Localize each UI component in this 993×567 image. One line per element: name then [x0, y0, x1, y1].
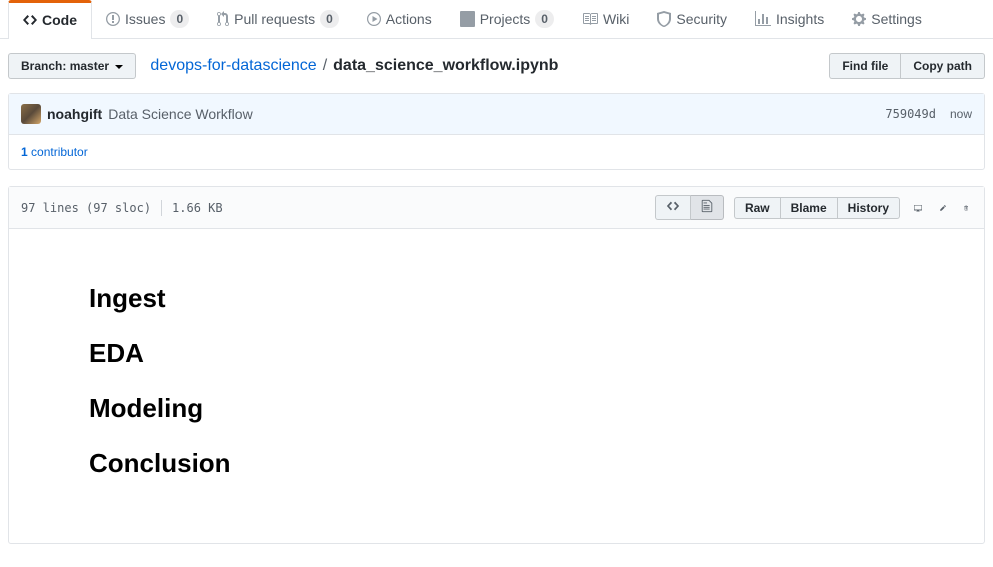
heading-eda: EDA: [89, 338, 904, 369]
tab-insights[interactable]: Insights: [741, 0, 838, 38]
tab-projects-label: Projects: [480, 11, 531, 27]
tab-settings[interactable]: Settings: [838, 0, 936, 38]
file-content: Ingest EDA Modeling Conclusion: [9, 229, 984, 543]
branch-label: Branch:: [21, 59, 66, 73]
commit-sha[interactable]: 759049d: [885, 107, 936, 121]
tab-code[interactable]: Code: [8, 0, 92, 39]
rendered-view-button[interactable]: [691, 195, 724, 220]
projects-count: 0: [535, 10, 554, 28]
contributors-link[interactable]: 1 contributor: [21, 145, 88, 159]
blob-actions: Raw Blame History: [734, 197, 900, 219]
commit-row: noahgift Data Science Workflow 759049d n…: [9, 94, 984, 135]
file-lines: 97 lines (97 sloc): [21, 201, 151, 215]
pulls-count: 0: [320, 10, 339, 28]
file-size: 1.66 KB: [172, 201, 223, 215]
issue-icon: [106, 11, 120, 27]
file-box: 97 lines (97 sloc) 1.66 KB Raw Blame His…: [8, 186, 985, 544]
heading-modeling: Modeling: [89, 393, 904, 424]
breadcrumb-repo[interactable]: devops-for-datascience: [150, 57, 316, 75]
file-icon: [701, 199, 713, 213]
tab-actions[interactable]: Actions: [353, 0, 446, 38]
book-icon: [582, 11, 598, 27]
code-icon: [23, 12, 37, 28]
file-actions: Find file Copy path: [829, 53, 985, 79]
file-toolbar: 97 lines (97 sloc) 1.66 KB Raw Blame His…: [9, 187, 984, 229]
source-view-button[interactable]: [655, 195, 691, 220]
play-icon: [367, 11, 381, 27]
breadcrumb: devops-for-datascience / data_science_wo…: [150, 57, 558, 75]
commit-time: now: [950, 107, 972, 121]
copy-path-button[interactable]: Copy path: [901, 53, 985, 79]
pull-request-icon: [217, 11, 229, 27]
tab-wiki[interactable]: Wiki: [568, 0, 643, 38]
tab-wiki-label: Wiki: [603, 11, 629, 27]
view-mode-group: [655, 195, 724, 220]
code-icon: [666, 199, 680, 213]
raw-button[interactable]: Raw: [734, 197, 781, 219]
tab-security-label: Security: [676, 11, 727, 27]
contributors: 1 contributor: [9, 135, 984, 169]
heading-conclusion: Conclusion: [89, 448, 904, 479]
tab-pulls-label: Pull requests: [234, 11, 315, 27]
graph-icon: [755, 11, 771, 27]
tab-issues-label: Issues: [125, 11, 165, 27]
branch-name: master: [70, 59, 109, 73]
file-info: 97 lines (97 sloc) 1.66 KB: [21, 200, 223, 216]
commit-message[interactable]: Data Science Workflow: [108, 106, 252, 122]
trash-icon[interactable]: [960, 200, 972, 216]
gear-icon: [852, 11, 866, 27]
branch-button[interactable]: Branch: master: [8, 53, 136, 79]
tab-settings-label: Settings: [871, 11, 922, 27]
project-icon: [460, 11, 475, 27]
commit-author[interactable]: noahgift: [47, 106, 102, 122]
tab-security[interactable]: Security: [643, 0, 741, 38]
tab-projects[interactable]: Projects 0: [446, 0, 568, 38]
pencil-icon[interactable]: [936, 200, 950, 216]
blame-button[interactable]: Blame: [781, 197, 838, 219]
chevron-down-icon: [115, 65, 123, 69]
heading-ingest: Ingest: [89, 283, 904, 314]
avatar[interactable]: [21, 104, 41, 124]
tab-issues[interactable]: Issues 0: [92, 0, 203, 38]
find-file-button[interactable]: Find file: [829, 53, 901, 79]
repo-nav: Code Issues 0 Pull requests 0 Actions Pr…: [0, 0, 993, 39]
divider: [161, 200, 162, 216]
shield-icon: [657, 11, 671, 27]
issues-count: 0: [170, 10, 189, 28]
tab-actions-label: Actions: [386, 11, 432, 27]
breadcrumb-file: data_science_workflow.ipynb: [333, 57, 558, 75]
history-button[interactable]: History: [838, 197, 900, 219]
breadcrumb-sep: /: [323, 57, 327, 75]
tab-code-label: Code: [42, 12, 77, 28]
tab-insights-label: Insights: [776, 11, 824, 27]
tab-pulls[interactable]: Pull requests 0: [203, 0, 353, 38]
file-header: Branch: master devops-for-datascience / …: [0, 39, 993, 93]
commit-box: noahgift Data Science Workflow 759049d n…: [8, 93, 985, 170]
desktop-icon[interactable]: [910, 200, 926, 216]
